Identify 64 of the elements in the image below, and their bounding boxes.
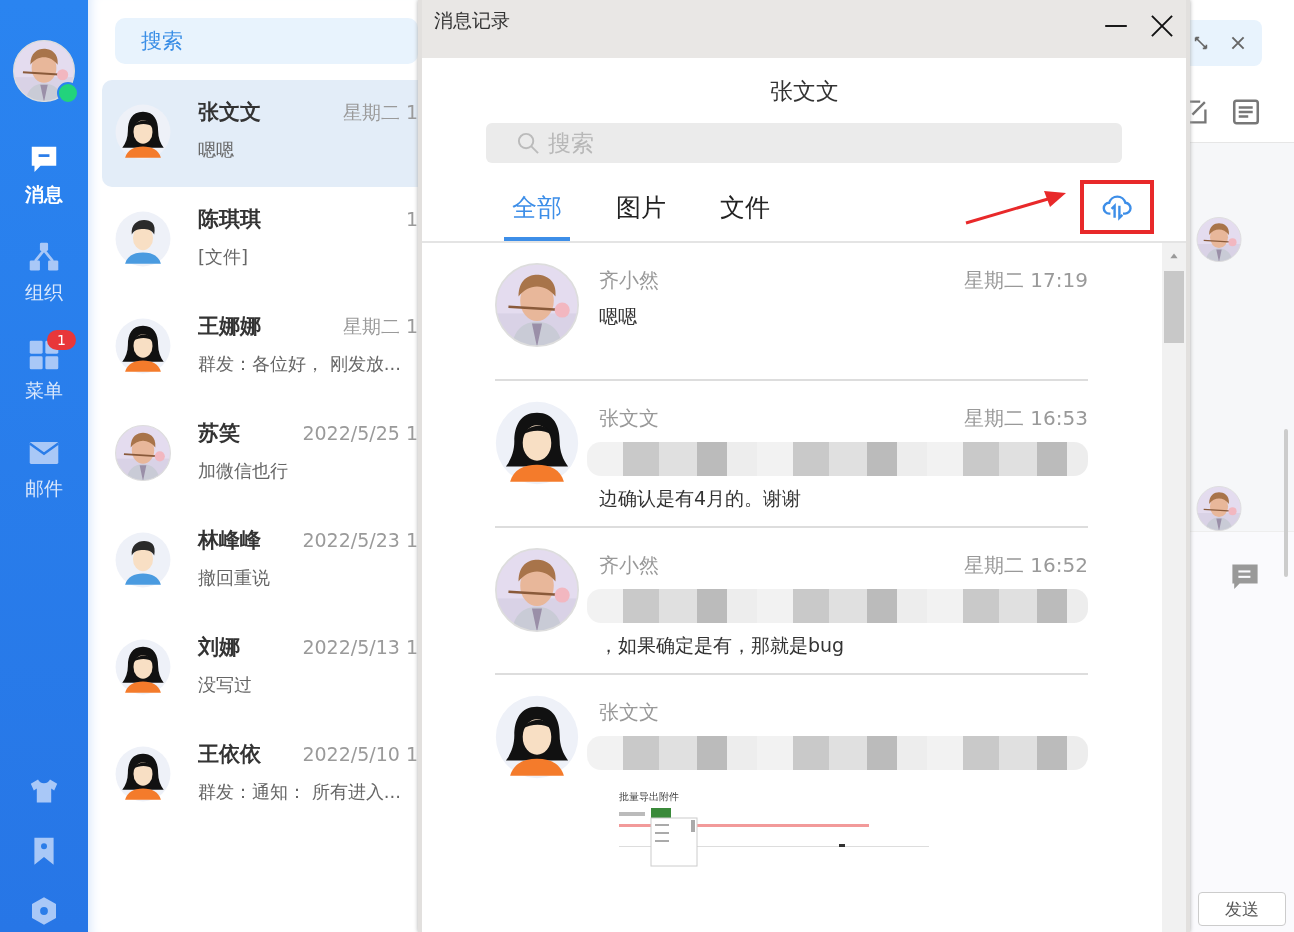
contact-name: 张文文 <box>769 77 839 106</box>
document-icon <box>1232 98 1260 126</box>
message-time: 2022/5/13 1 <box>302 636 418 658</box>
message-time: 星期二 16:52 <box>964 552 1088 579</box>
contact-name: 张文文 <box>198 99 261 126</box>
contact-name: 陈琪琪 <box>198 206 261 233</box>
sender-name: 齐小然 <box>599 552 659 579</box>
close-icon <box>1230 35 1246 51</box>
send-button[interactable]: 发送 <box>1198 892 1286 926</box>
message-time: 星期二 17:19 <box>964 267 1088 294</box>
message-time: 星期二 1 <box>342 314 418 339</box>
expand-icon <box>1192 34 1210 52</box>
sender-name: 张文文 <box>599 699 659 726</box>
message-text: 边确认是有4月的。谢谢 <box>599 486 803 511</box>
tab[interactable]: 文件 <box>712 177 778 241</box>
avatar <box>115 746 171 802</box>
message-preview: 加微信也行 <box>198 459 289 483</box>
avatar <box>115 104 171 160</box>
scrollbar-thumb[interactable] <box>1284 429 1288 577</box>
close-icon[interactable] <box>1150 14 1174 38</box>
message-time: 2022/5/23 1 <box>302 529 418 551</box>
chat-list-item[interactable]: 王娜娜 星期二 1 群发：各位好， 刚发放... <box>102 294 418 401</box>
chat-list-item[interactable]: 张文文 星期二 1 嗯嗯 <box>102 80 418 187</box>
contact-name: 苏笑 <box>198 420 240 447</box>
contact-name: 林峰峰 <box>198 527 261 554</box>
message-time: 2022/5/25 1 <box>302 422 418 444</box>
chat-list-item[interactable]: 王依依 2022/5/10 1 群发：通知： 所有进入... <box>102 722 418 829</box>
avatar <box>115 639 171 695</box>
hierarchy-icon <box>27 240 61 274</box>
message-text: 嗯嗯 <box>599 304 638 329</box>
chat-list-item[interactable]: 陈琪琪 1 [文件] <box>102 187 418 294</box>
unread-badge: 1 <box>47 330 76 350</box>
avatar <box>115 532 171 588</box>
message-preview: 群发：各位好， 刚发放... <box>198 352 402 376</box>
message-time: 2022/5/10 1 <box>302 743 418 765</box>
cloud-icon <box>1102 192 1132 222</box>
chat-list-item[interactable]: 林峰峰 2022/5/23 1 撤回重说 <box>102 508 418 615</box>
message-preview: 群发：通知： 所有进入... <box>198 780 402 804</box>
message-time: 星期二 16:53 <box>964 405 1088 432</box>
message-preview: 撤回重说 <box>198 566 271 590</box>
tab[interactable]: 图片 <box>608 177 674 241</box>
window-title: 消息记录 <box>434 8 510 33</box>
avatar <box>115 318 171 374</box>
thumbnail-title: 批量导出附件 <box>619 790 680 804</box>
hexagon-icon[interactable] <box>29 896 59 926</box>
message-time: 星期二 1 <box>342 100 418 125</box>
contact-name: 王依依 <box>198 741 261 768</box>
chat-list-item[interactable]: 苏笑 2022/5/25 1 加微信也行 <box>102 401 418 508</box>
message-preview: 没写过 <box>198 673 253 697</box>
chat-icon <box>1230 562 1260 592</box>
chat-list-item[interactable]: 刘娜 2022/5/13 1 没写过 <box>102 615 418 722</box>
avatar <box>115 211 171 267</box>
scrollbar-thumb[interactable] <box>1164 271 1184 343</box>
message-preview: [文件] <box>198 245 250 269</box>
message-preview: 嗯嗯 <box>198 138 235 162</box>
contact-name: 王娜娜 <box>198 313 261 340</box>
message-text: ，如果确定是有，那就是bug <box>599 633 846 658</box>
search-icon <box>516 131 540 155</box>
contact-name: 刘娜 <box>198 634 240 661</box>
sender-name: 张文文 <box>599 405 659 432</box>
nav-tab[interactable]: 消息 <box>25 142 63 208</box>
message-time: 1 <box>405 208 418 230</box>
sender-name: 齐小然 <box>599 267 659 294</box>
cloud-export-button[interactable] <box>1080 180 1154 234</box>
